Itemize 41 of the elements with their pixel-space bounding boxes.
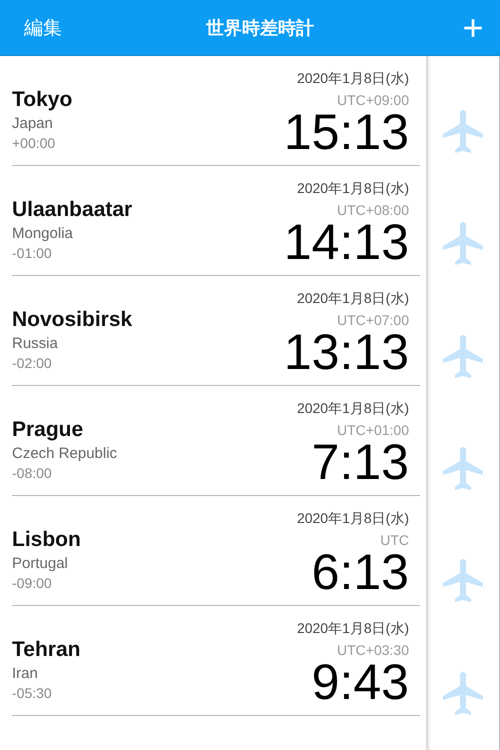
- clock-time: 14:13: [284, 217, 409, 267]
- country-name: Iran: [12, 665, 39, 682]
- time-difference: -02:00: [12, 355, 53, 371]
- time-difference: -01:00: [12, 245, 53, 261]
- clock-time: 7:13: [312, 437, 409, 487]
- city-name: Novosibirsk: [12, 308, 132, 332]
- timezone-label: UTC+08:00: [337, 202, 409, 218]
- airplane-icon: [443, 670, 483, 718]
- date-label: 2020年1月8日(水): [296, 180, 409, 198]
- timezone-label: UTC: [380, 532, 409, 548]
- city-name: Tehran: [12, 638, 80, 662]
- city-name: Ulaanbaatar: [12, 198, 132, 222]
- date-label: 2020年1月8日(水): [296, 70, 409, 88]
- country-name: Japan: [12, 115, 54, 132]
- timezone-label: UTC+07:00: [337, 312, 409, 328]
- time-difference: -08:00: [12, 465, 53, 481]
- airplane-icon: [443, 332, 483, 381]
- date-label: 2020年1月8日(水): [296, 290, 409, 308]
- city-name: Tokyo: [12, 88, 72, 112]
- country-name: Mongolia: [12, 225, 74, 242]
- country-name: Russia: [12, 335, 59, 352]
- time-difference: +00:00: [12, 135, 56, 151]
- time-difference: -09:00: [12, 575, 53, 591]
- country-name: Czech Republic: [12, 445, 118, 462]
- date-label: 2020年1月8日(水): [296, 400, 409, 418]
- timezone-label: UTC+09:00: [337, 92, 409, 108]
- clock-time: 13:13: [284, 327, 409, 377]
- edit-button[interactable]: 編集: [24, 14, 62, 40]
- clock-time: 9:43: [312, 657, 409, 707]
- timezone-label: UTC+03:30: [337, 642, 409, 658]
- city-name: Lisbon: [12, 528, 81, 552]
- clock-time: 15:13: [284, 107, 409, 157]
- timezone-label: UTC+01:00: [337, 422, 409, 438]
- city-name: Prague: [12, 418, 84, 442]
- clock-time: 6:13: [312, 547, 409, 597]
- date-label: 2020年1月8日(水): [296, 620, 409, 638]
- screen-title: 世界時差時計: [206, 16, 314, 40]
- time-difference: -05:30: [12, 685, 53, 701]
- country-name: Portugal: [12, 555, 69, 572]
- date-label: 2020年1月8日(水): [296, 510, 409, 528]
- add-button[interactable]: +: [458, 10, 488, 46]
